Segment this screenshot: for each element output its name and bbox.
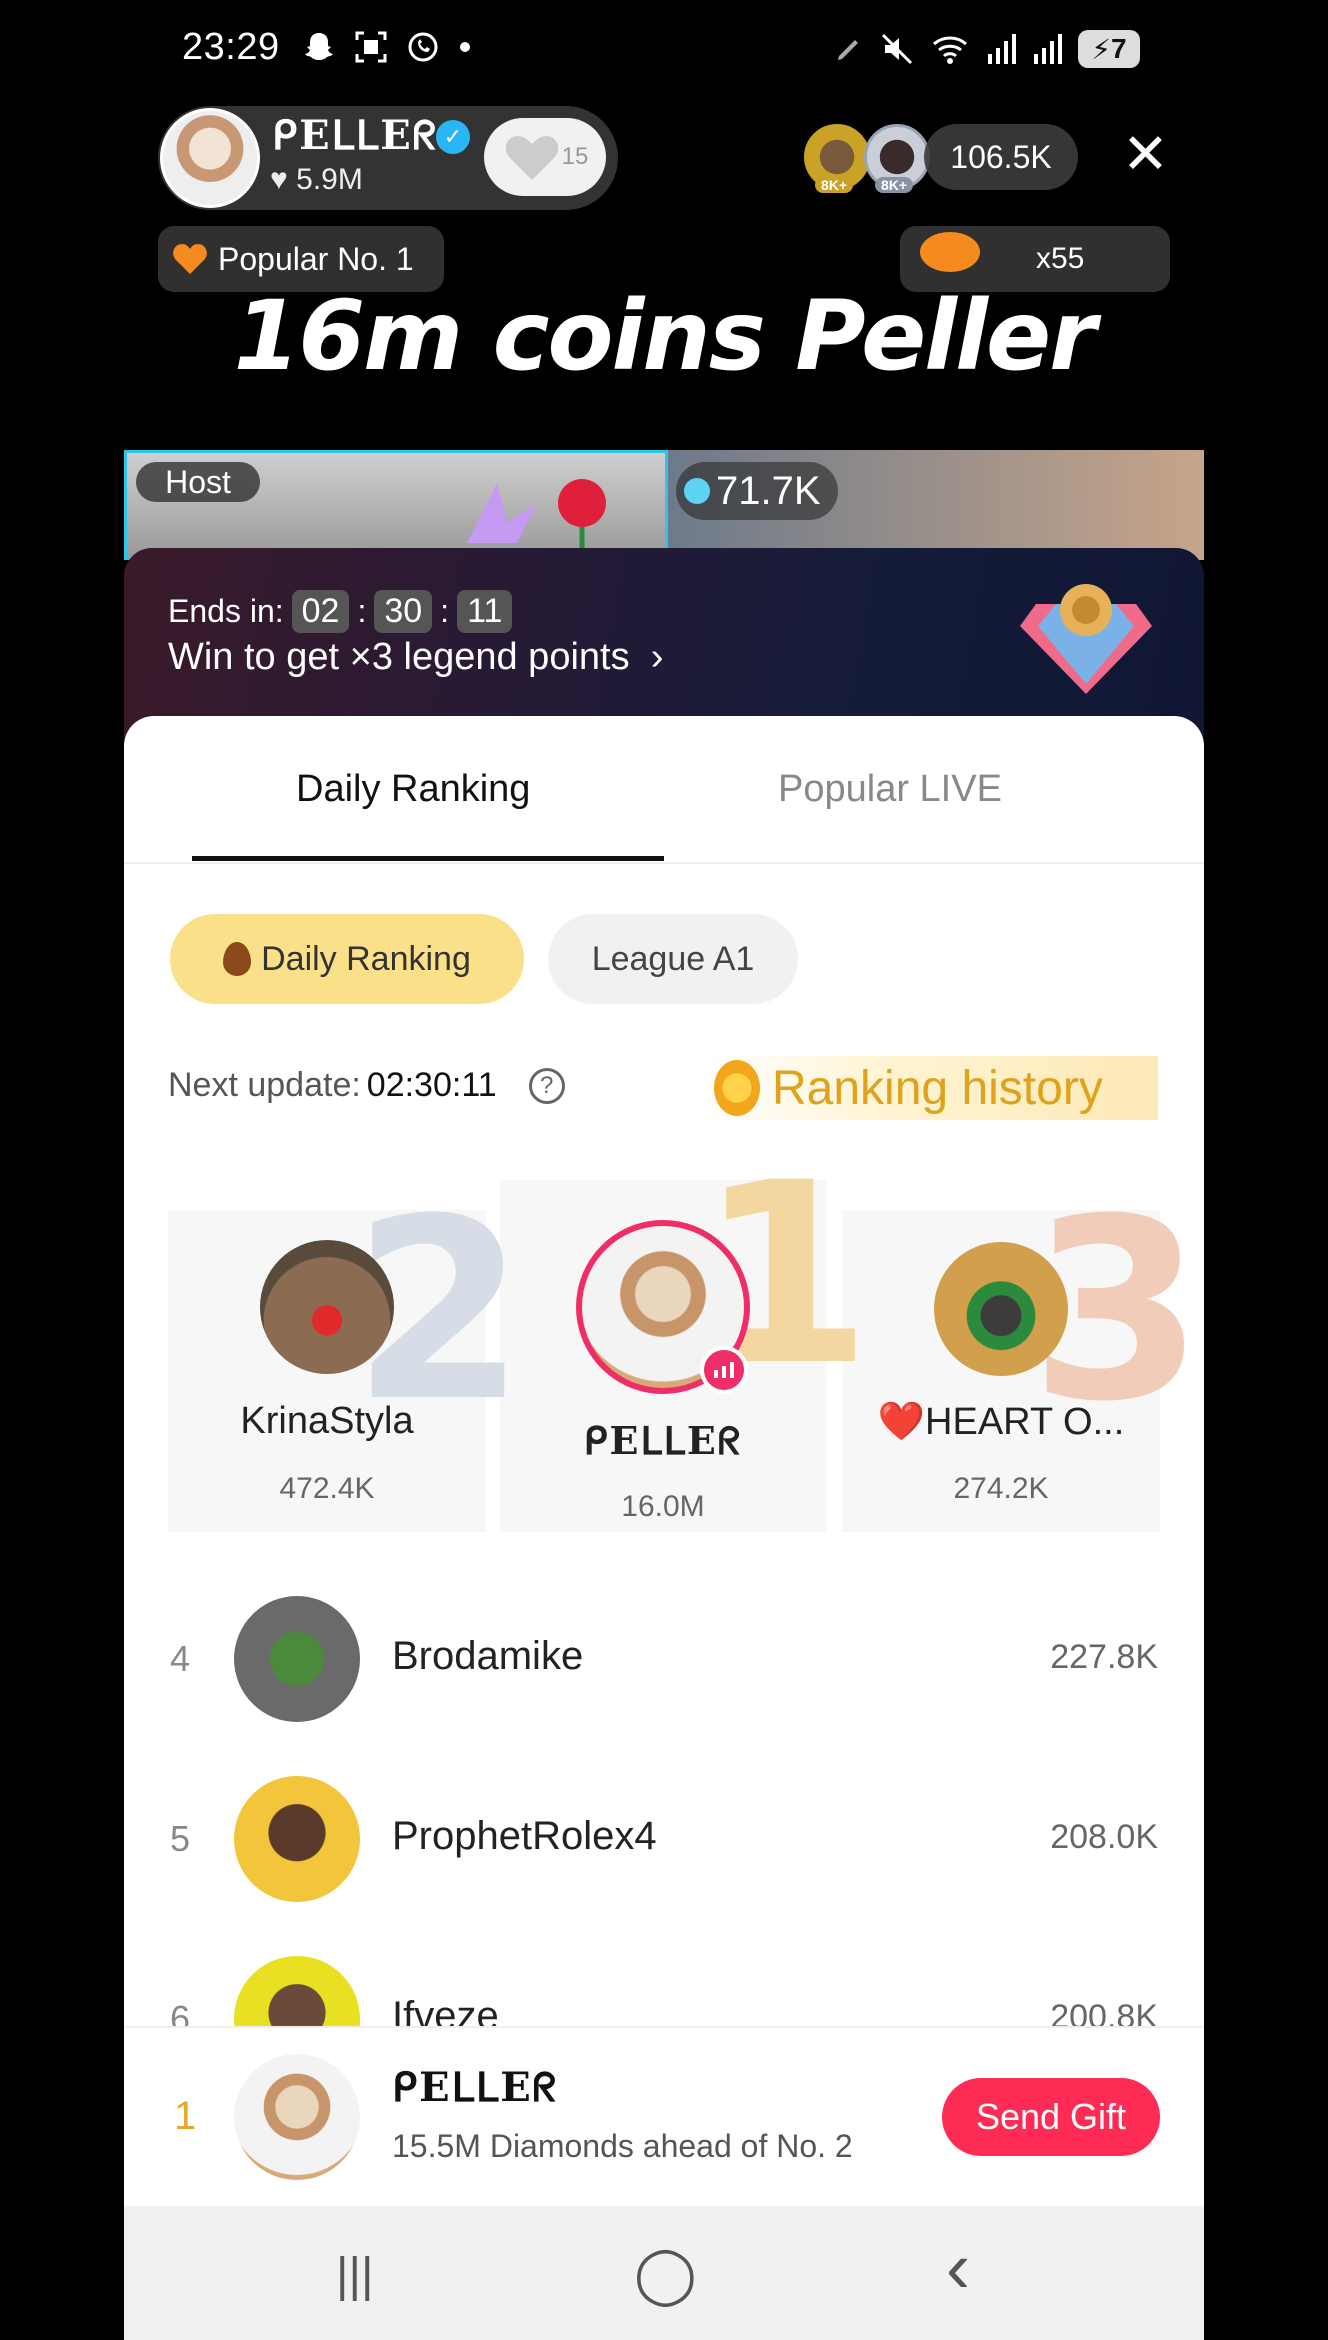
ranking-list[interactable]: 4 Brodamike 227.8K 5 ProphetRolex4 208.0… <box>124 1560 1204 2026</box>
top-viewer-avatar-1[interactable]: 8K+ <box>804 124 870 193</box>
tab-divider <box>124 862 1204 864</box>
next-update: Next update: 02:30:11 ? <box>168 1066 565 1105</box>
heart-icon: ♥ <box>270 163 288 196</box>
viewer-badge-2: 8K+ <box>875 177 914 193</box>
list-item[interactable]: 4 Brodamike 227.8K <box>124 1590 1204 1730</box>
snapchat-icon <box>305 33 333 60</box>
opponent-score-tag: 71.7K <box>676 462 838 520</box>
tab-popular-live[interactable]: Popular LIVE <box>778 768 1002 811</box>
podium-score: 274.2K <box>953 1472 1049 1505</box>
opponent-score: 71.7K <box>716 468 821 513</box>
verified-icon: ✓ <box>436 120 470 154</box>
system-icons: ⚡ 7 <box>834 30 1140 68</box>
next-update-label: Next update: <box>168 1066 361 1104</box>
flame-icon <box>223 942 252 976</box>
podium-name: ᑭEᒪᒪEᖇ <box>583 1418 743 1463</box>
top-viewer-avatar-2[interactable]: 8K+ <box>864 124 930 193</box>
chip-daily-label: Daily Ranking <box>261 939 471 978</box>
status-time: 23:29 <box>182 26 280 68</box>
dot-icon <box>460 42 470 52</box>
wifi-icon <box>933 36 967 64</box>
list-score: 208.0K <box>1050 1818 1158 1856</box>
live-icon <box>700 1346 748 1394</box>
back-button[interactable]: ‹ <box>946 2232 970 2304</box>
viewer-count[interactable]: 106.5K <box>924 124 1078 190</box>
mute-icon <box>881 33 913 65</box>
list-name: Ifveze <box>392 1994 499 2026</box>
battery-indicator: ⚡ 7 <box>1078 30 1140 68</box>
podium-score: 16.0M <box>621 1490 705 1523</box>
orange-heart-icon <box>173 244 207 274</box>
chevron-right-icon: › <box>640 636 664 678</box>
battery-level: 7 <box>1111 33 1127 64</box>
rose-icon <box>558 479 606 551</box>
avatar[interactable] <box>260 1240 394 1374</box>
send-gift-button[interactable]: Send Gift <box>942 2078 1160 2156</box>
list-rank: 6 <box>170 1998 191 2026</box>
win-text: Win to get ×3 legend points <box>168 636 630 678</box>
list-score: 200.8K <box>1050 1998 1158 2026</box>
countdown-minutes: 30 <box>374 590 433 633</box>
avatar[interactable] <box>234 2054 360 2180</box>
avatar[interactable] <box>234 1956 360 2026</box>
countdown: Ends in: 02 : 30 : 11 <box>168 590 513 633</box>
signal-icon-2 <box>1034 34 1062 64</box>
follow-button[interactable]: 15 <box>484 118 606 196</box>
tab-daily-ranking[interactable]: Daily Ranking <box>296 768 530 811</box>
ends-label: Ends in: <box>168 593 284 629</box>
podium-name: KrinaStyla <box>240 1400 414 1442</box>
gift-count: x55 <box>1036 242 1085 275</box>
viewer-badge-1: 8K+ <box>815 177 854 193</box>
host-name[interactable]: ᑭEᒪᒪEᖇ <box>272 112 438 159</box>
podium-score: 472.4K <box>279 1472 375 1505</box>
recents-button[interactable]: ||| <box>336 2252 373 2300</box>
countdown-seconds: 11 <box>457 590 513 633</box>
win-legend-link[interactable]: Win to get ×3 legend points › <box>168 636 663 679</box>
notification-icons <box>302 30 472 64</box>
list-name: Brodamike <box>392 1634 584 1678</box>
tab-underline <box>192 856 664 861</box>
podium-name: ❤️HEART O... <box>877 1401 1125 1443</box>
signal-icon-1 <box>988 34 1016 64</box>
overlay-title: 16m coins Peller <box>233 280 1097 392</box>
legend-diamond-icon <box>1020 584 1152 694</box>
popular-label: Popular No. 1 <box>218 240 414 277</box>
help-icon[interactable]: ? <box>528 1067 565 1104</box>
score-icon <box>684 478 710 504</box>
ranking-history-link[interactable]: Ranking history <box>708 1056 1158 1120</box>
my-rank: 1 <box>174 2094 197 2138</box>
countdown-hours: 02 <box>291 590 350 633</box>
avatar[interactable] <box>234 1596 360 1722</box>
gift-icon <box>920 232 980 272</box>
next-update-value: 02:30:11 <box>366 1066 497 1104</box>
chip-daily-ranking[interactable]: Daily Ranking <box>170 914 524 1004</box>
avatar[interactable] <box>234 1776 360 1902</box>
medal-icon <box>714 1060 760 1116</box>
list-item[interactable]: 5 ProphetRolex4 208.0K <box>124 1770 1204 1910</box>
host-tag: Host <box>136 462 260 502</box>
ranking-history-label: Ranking history <box>772 1061 1103 1115</box>
crane-icon <box>467 483 537 543</box>
home-button[interactable]: ◯ <box>634 2246 697 2302</box>
list-name: ProphetRolex4 <box>392 1814 657 1858</box>
chip-league[interactable]: League A1 <box>548 914 798 1004</box>
screenshot-icon <box>355 31 387 63</box>
list-score: 227.8K <box>1050 1638 1158 1676</box>
heart-outline-icon <box>505 136 558 180</box>
host-avatar[interactable] <box>160 108 260 208</box>
list-item[interactable]: 6 Ifveze 200.8K <box>124 1950 1204 2026</box>
whatsapp-icon <box>408 32 438 62</box>
charging-icon: ⚡ <box>1091 33 1112 65</box>
host-likes-count: 5.9M <box>296 163 363 196</box>
list-rank: 4 <box>170 1638 191 1679</box>
avatar[interactable] <box>934 1242 1068 1376</box>
close-icon[interactable]: ✕ <box>1122 126 1169 182</box>
my-rank-subtitle: 15.5M Diamonds ahead of No. 2 <box>392 2128 853 2164</box>
host-likes: ♥ 5.9M <box>270 163 363 197</box>
list-rank: 5 <box>170 1818 191 1859</box>
my-name: ᑭEᒪᒪEᖇ <box>392 2064 559 2111</box>
pen-icon <box>838 40 858 60</box>
follow-count: 15 <box>561 143 589 170</box>
